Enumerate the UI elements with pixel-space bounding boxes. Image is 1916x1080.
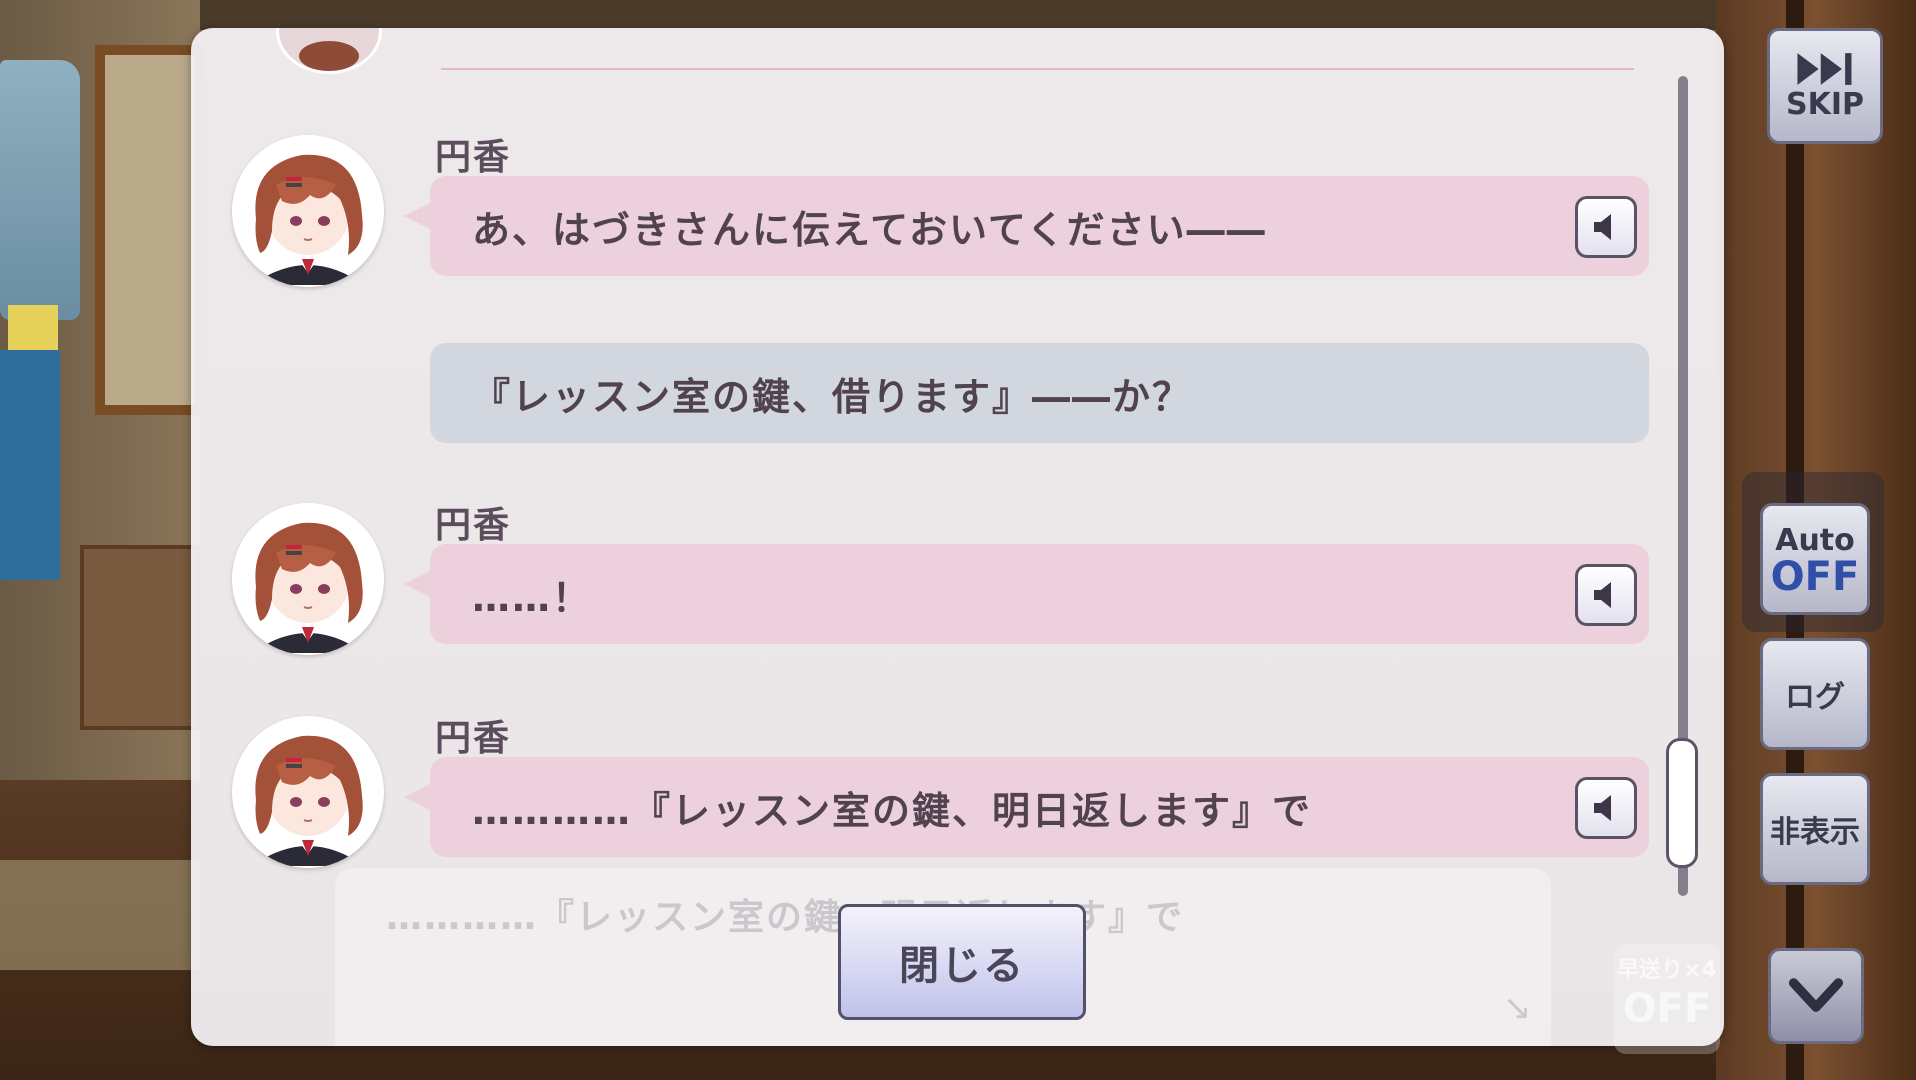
fast-forward-toggle[interactable]: 早送り×4 OFF	[1614, 944, 1720, 1054]
log-button[interactable]: ログ	[1760, 638, 1870, 750]
skip-label: SKIP	[1785, 86, 1864, 122]
dialogue-text: あ、はづきさんに伝えておいてください――	[472, 207, 1267, 252]
rug	[0, 860, 200, 970]
narration-text: 『レッスン室の鍵、借ります』――か？	[472, 374, 1193, 419]
hanging-jacket	[0, 60, 80, 320]
speaker-icon	[1594, 214, 1611, 240]
dialogue-bubble: …………『レッスン室の鍵、明日返します』で	[404, 757, 1649, 857]
narration-bubble: 『レッスン室の鍵、借ります』――か？	[430, 343, 1649, 443]
skip-icon	[1797, 52, 1852, 85]
fast-forward-label: 早送り×4	[1617, 958, 1717, 983]
auto-button[interactable]: Auto OFF	[1760, 503, 1870, 615]
close-button[interactable]: 閉じる	[838, 904, 1086, 1020]
auto-label: Auto	[1775, 522, 1855, 558]
auto-state: OFF	[1770, 553, 1860, 600]
log-label: ログ	[1785, 680, 1845, 715]
speaker-icon	[1594, 795, 1611, 821]
speaker-name: 円香	[435, 718, 512, 759]
madoka-avatar	[232, 716, 384, 868]
madoka-avatar	[232, 135, 384, 287]
dialogue-bubble: ……！	[404, 544, 1649, 644]
hide-label: 非表示	[1770, 815, 1860, 850]
scrollbar-thumb[interactable]	[1666, 738, 1698, 868]
fast-forward-state: OFF	[1622, 986, 1712, 1032]
bookshelf	[80, 545, 200, 730]
poster-blue	[0, 350, 60, 580]
speaker-name: 円香	[435, 505, 512, 546]
next-arrow-icon: ↘	[1503, 988, 1532, 1028]
avatar-partial	[276, 28, 382, 74]
dialogue-text: ……！	[472, 575, 593, 620]
collapse-menu-button[interactable]	[1768, 948, 1864, 1044]
speaker-name: 円香	[435, 137, 512, 178]
window	[95, 45, 205, 415]
hide-button[interactable]: 非表示	[1760, 773, 1870, 885]
dialogue-bubble: あ、はづきさんに伝えておいてください――	[404, 176, 1649, 276]
madoka-avatar	[232, 503, 384, 655]
voice-replay-button[interactable]	[1575, 777, 1637, 839]
divider	[441, 68, 1634, 70]
dialogue-text: …………『レッスン室の鍵、明日返します』で	[472, 788, 1313, 833]
ceiling-frame	[200, 0, 1720, 30]
log-panel: …………『レッスン室の鍵、明日返します』で ↘ 円香 あ、はづきさんに伝えておい…	[191, 28, 1724, 1046]
speaker-icon	[1594, 582, 1611, 608]
voice-replay-button[interactable]	[1575, 196, 1637, 258]
skip-button[interactable]: SKIP	[1767, 28, 1883, 144]
chevron-down-icon	[1788, 978, 1844, 1012]
voice-replay-button[interactable]	[1575, 564, 1637, 626]
